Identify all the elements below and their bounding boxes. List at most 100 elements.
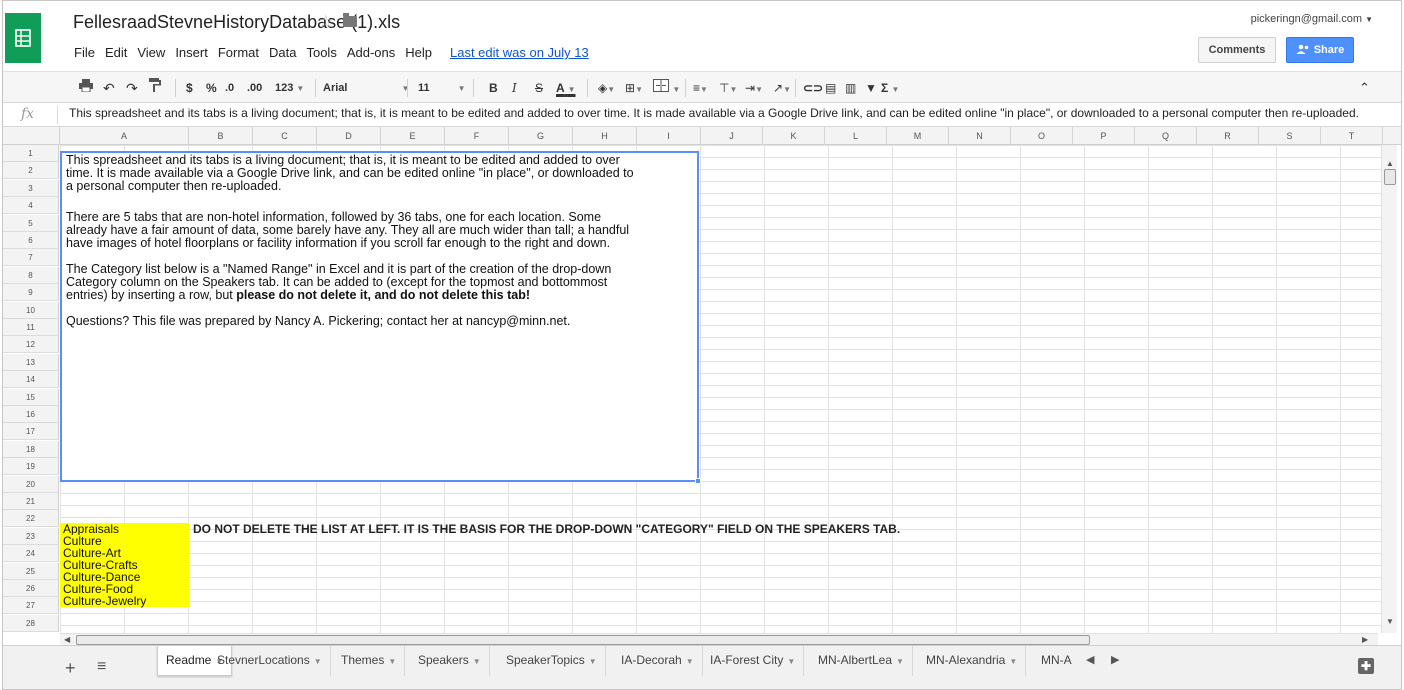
fill-handle[interactable] (695, 478, 701, 484)
menu-file[interactable]: File (69, 41, 100, 64)
column-header-k[interactable]: K (763, 127, 825, 145)
vertical-scroll-thumb[interactable] (1384, 169, 1396, 185)
scroll-up-icon[interactable]: ▲ (1386, 159, 1394, 168)
menu-insert[interactable]: Insert (170, 41, 213, 64)
next-sheet-icon[interactable]: ▶ (1111, 653, 1119, 666)
scroll-down-icon[interactable]: ▼ (1386, 617, 1394, 626)
currency-button[interactable]: $ (186, 78, 193, 98)
row-header-6[interactable]: 6 (3, 232, 59, 249)
collapse-toolbar-icon[interactable]: ⌃ (1359, 78, 1370, 98)
column-header-o[interactable]: O (1011, 127, 1073, 145)
row-header-2[interactable]: 2 (3, 162, 59, 180)
column-header-i[interactable]: I (637, 127, 701, 145)
menu-edit[interactable]: Edit (100, 41, 132, 64)
insert-chart-icon[interactable]: ▥ (845, 78, 856, 98)
user-account[interactable]: pickeringn@gmail.com ▼ (1251, 13, 1373, 25)
redo-icon[interactable]: ↷ (126, 78, 138, 98)
column-header-h[interactable]: H (573, 127, 637, 145)
folder-icon[interactable] (343, 13, 357, 27)
row-header-13[interactable]: 13 (3, 353, 59, 371)
menu-view[interactable]: View (132, 41, 170, 64)
number-format-dropdown[interactable]: 123 ▼ (275, 78, 304, 98)
row-header-11[interactable]: 11 (3, 319, 59, 336)
increase-decimal-button[interactable]: .00 (247, 78, 262, 98)
row-header-9[interactable]: 9 (3, 284, 59, 302)
add-sheet-button[interactable]: + (65, 658, 76, 679)
column-header-p[interactable]: P (1073, 127, 1135, 145)
text-rotation-icon[interactable]: ↗▼ (773, 78, 791, 98)
row-header-7[interactable]: 7 (3, 249, 59, 267)
fill-color-icon[interactable]: ◈▼ (598, 78, 615, 98)
column-header-j[interactable]: J (701, 127, 763, 145)
row-header-23[interactable]: 23 (3, 527, 59, 545)
column-header-r[interactable]: R (1197, 127, 1259, 145)
column-header-g[interactable]: G (509, 127, 573, 145)
scroll-right-icon[interactable]: ▶ (1362, 635, 1368, 644)
tab-ia-forest-city[interactable]: IA-Forest City ▼ (702, 646, 805, 676)
row-header-24[interactable]: 24 (3, 545, 59, 563)
horizontal-scroll-thumb[interactable] (76, 635, 1090, 645)
row-header-20[interactable]: 20 (3, 475, 59, 493)
insert-comment-icon[interactable]: ▤ (825, 78, 836, 98)
column-header-e[interactable]: E (381, 127, 445, 145)
tab-mn-albertlea[interactable]: MN-AlbertLea ▼ (810, 646, 913, 676)
row-header-3[interactable]: 3 (3, 179, 59, 197)
filter-icon[interactable]: ▼ (865, 78, 877, 98)
column-header-q[interactable]: Q (1135, 127, 1197, 145)
row-header-21[interactable]: 21 (3, 493, 59, 510)
text-color-button[interactable]: A ▼ (556, 78, 576, 98)
row-header-14[interactable]: 14 (3, 371, 59, 389)
star-icon[interactable]: ☆ (318, 12, 333, 32)
column-header-s[interactable]: S (1259, 127, 1321, 145)
category-cell[interactable]: Culture-Jewelry (60, 595, 189, 607)
formula-input[interactable]: This spreadsheet and its tabs is a livin… (69, 107, 1389, 119)
sheets-logo-icon[interactable] (5, 13, 41, 63)
print-icon[interactable] (79, 78, 93, 98)
column-header-d[interactable]: D (317, 127, 381, 145)
row-header-27[interactable]: 27 (3, 597, 59, 615)
select-all-corner[interactable] (3, 127, 60, 145)
tab-ia-decorah[interactable]: IA-Decorah ▼ (613, 646, 703, 676)
text-wrap-icon[interactable]: ⇥▼ (745, 78, 763, 98)
tab-speakers[interactable]: Speakers ▼ (410, 646, 490, 676)
percent-button[interactable]: % (206, 78, 217, 98)
spreadsheet-grid[interactable]: ABCDEFGHIJKLMNOPQRSTU 123456789101112131… (3, 127, 1401, 633)
row-header-4[interactable]: 4 (3, 197, 59, 215)
functions-button[interactable]: Σ ▼ (881, 78, 899, 98)
row-header-17[interactable]: 17 (3, 423, 59, 441)
readme-merged-cell[interactable]: This spreadsheet and its tabs is a livin… (60, 151, 701, 484)
row-header-10[interactable]: 10 (3, 301, 59, 319)
menu-addons[interactable]: Add-ons (342, 41, 400, 64)
column-header-f[interactable]: F (445, 127, 509, 145)
insert-link-icon[interactable]: ⊂⊃ (803, 78, 823, 98)
row-header-5[interactable]: 5 (3, 214, 59, 232)
row-header-28[interactable]: 28 (3, 614, 59, 632)
italic-button[interactable]: I (512, 78, 517, 98)
tab-mn-a-partial[interactable]: MN-A (1033, 646, 1073, 676)
tab-themes[interactable]: Themes ▼ (333, 646, 406, 676)
undo-icon[interactable]: ↶ (103, 78, 115, 98)
menu-help[interactable]: Help (400, 41, 437, 64)
strikethrough-button[interactable]: S (535, 78, 543, 98)
column-header-t[interactable]: T (1321, 127, 1383, 145)
vertical-align-icon[interactable]: ⊤▼ (719, 78, 737, 98)
borders-icon[interactable]: ⊞▼ (625, 78, 643, 98)
column-header-u[interactable]: U (1383, 127, 1402, 145)
font-dropdown[interactable]: Arial ▼ (323, 78, 409, 98)
row-header-12[interactable]: 12 (3, 336, 59, 354)
menu-format[interactable]: Format (213, 41, 264, 64)
vertical-scrollbar[interactable]: ▲ ▼ (1381, 145, 1397, 633)
font-size-dropdown[interactable]: 11 ▼ (418, 78, 466, 98)
comments-button[interactable]: Comments (1198, 37, 1276, 63)
row-header-19[interactable]: 19 (3, 458, 59, 476)
column-header-b[interactable]: B (189, 127, 253, 145)
tab-speakertopics[interactable]: SpeakerTopics ▼ (498, 646, 606, 676)
merge-cells-icon[interactable]: ▼ (653, 78, 680, 98)
tab-mn-alexandria[interactable]: MN-Alexandria ▼ (918, 646, 1027, 676)
paint-format-icon[interactable] (149, 78, 161, 98)
row-header-26[interactable]: 26 (3, 580, 59, 597)
share-button[interactable]: Share (1286, 37, 1354, 63)
horizontal-scrollbar[interactable]: ◀ ▶ (60, 633, 1378, 645)
explore-icon[interactable]: ✚ (1358, 658, 1374, 674)
column-header-m[interactable]: M (887, 127, 949, 145)
